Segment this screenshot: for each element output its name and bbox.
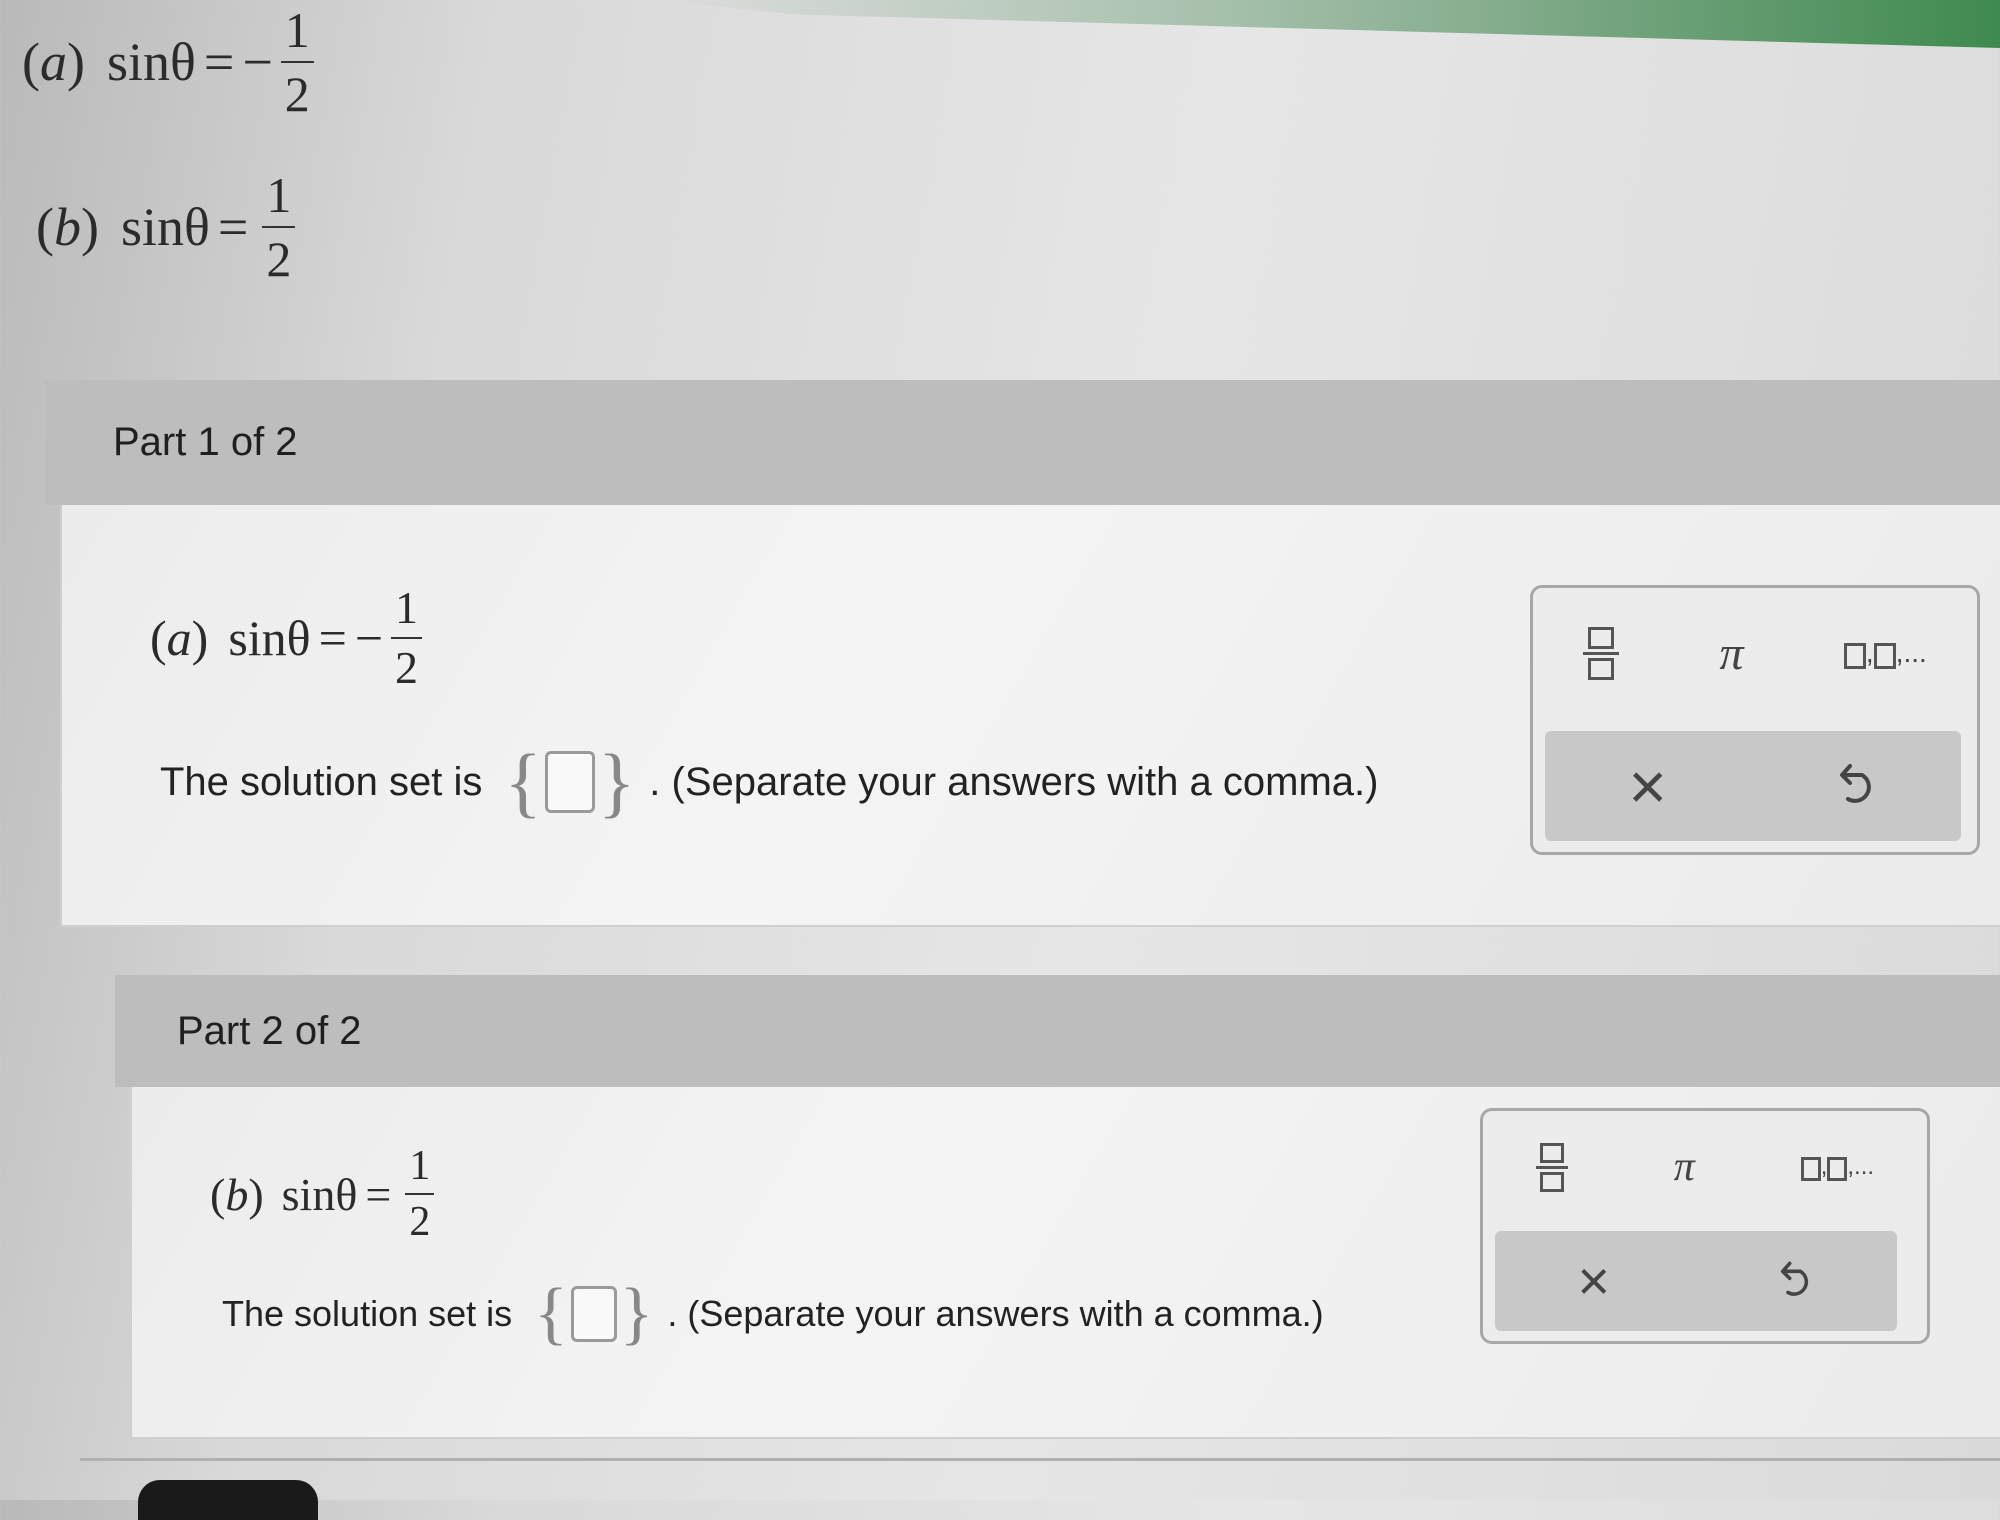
denominator: 2 <box>262 226 296 284</box>
undo-button[interactable] <box>1775 1259 1815 1303</box>
problem-label: (b) <box>210 1168 264 1220</box>
part-1-solution-line: The solution set is { } . (Separate your… <box>160 740 1378 824</box>
sequence-tool-button[interactable]: ,,... <box>1843 637 1927 669</box>
part-1-problem-statement: (a) sinθ = − 1 2 <box>150 582 423 691</box>
solution-prefix: The solution set is <box>160 759 483 804</box>
minus-sign: − <box>354 610 384 666</box>
problem-lhs: sinθ <box>281 1168 358 1220</box>
fraction-icon <box>1583 626 1620 680</box>
bottom-tab[interactable] <box>138 1480 318 1520</box>
pi-button[interactable]: π <box>1674 1143 1695 1191</box>
problem-label: (a) <box>22 32 85 92</box>
footer-divider <box>80 1458 2000 1461</box>
undo-button[interactable] <box>1834 761 1878 811</box>
sequence-icon: ,,... <box>1843 637 1927 669</box>
minus-sign: − <box>242 32 273 92</box>
clear-button[interactable]: × <box>1577 1253 1610 1309</box>
denominator: 2 <box>405 1193 435 1243</box>
part-title: Part 2 of 2 <box>177 1008 362 1053</box>
right-brace-icon: } <box>619 1275 654 1352</box>
problem-label: (a) <box>150 610 209 666</box>
fraction: 1 2 <box>280 2 314 119</box>
problem-label: (b) <box>36 197 99 257</box>
pi-symbol: π <box>1673 1144 1695 1190</box>
part-1-header: Part 1 of 2 <box>45 380 2000 505</box>
part-2-math-palette: π ,,... × <box>1480 1108 1930 1344</box>
palette-action-row: × <box>1495 1231 1897 1331</box>
fraction-tool-button[interactable] <box>1583 626 1620 680</box>
palette-action-row: × <box>1545 731 1961 841</box>
problem-letter: a <box>39 32 67 92</box>
solution-answer-input[interactable] <box>570 1286 617 1342</box>
solution-hint: . (Separate your answers with a comma.) <box>667 1293 1324 1334</box>
problem-b-statement: (b) sinθ = 1 2 <box>36 167 296 284</box>
left-brace-icon: { <box>504 738 542 825</box>
clear-button[interactable]: × <box>1628 753 1667 819</box>
numerator: 1 <box>284 2 310 58</box>
pi-button[interactable]: π <box>1720 626 1744 681</box>
fraction: 1 2 <box>405 1143 435 1243</box>
part-1-math-palette: π ,,... × <box>1530 585 1980 855</box>
undo-icon <box>1839 764 1871 803</box>
equals-sign: = <box>318 610 347 666</box>
denominator: 2 <box>391 637 423 691</box>
undo-icon <box>1780 1261 1808 1296</box>
part-title: Part 1 of 2 <box>113 420 298 464</box>
fraction: 1 2 <box>391 582 423 691</box>
part-2-solution-line: The solution set is { } . (Separate your… <box>222 1275 1324 1353</box>
close-icon: × <box>1628 749 1667 823</box>
fraction-icon <box>1535 1142 1568 1192</box>
pi-symbol: π <box>1719 626 1744 680</box>
problem-lhs: sinθ <box>228 610 311 666</box>
problem-letter: b <box>53 197 81 257</box>
equals-sign: = <box>365 1168 392 1220</box>
part-2-header: Part 2 of 2 <box>115 975 2000 1087</box>
equals-sign: = <box>217 197 249 257</box>
solution-prefix: The solution set is <box>222 1293 513 1334</box>
problem-letter: b <box>225 1168 249 1220</box>
problem-lhs: sinθ <box>120 197 210 257</box>
right-brace-icon: } <box>597 738 636 825</box>
part-2-problem-statement: (b) sinθ = 1 2 <box>210 1143 435 1243</box>
background-edge <box>660 0 2000 48</box>
sequence-tool-button[interactable]: ,,... <box>1800 1153 1874 1181</box>
sequence-icon: ,,... <box>1800 1153 1874 1181</box>
close-icon: × <box>1577 1249 1611 1312</box>
equals-sign: = <box>203 32 235 92</box>
solution-answer-input[interactable] <box>544 751 595 813</box>
fraction-tool-button[interactable] <box>1535 1142 1568 1192</box>
numerator: 1 <box>395 582 419 633</box>
denominator: 2 <box>280 61 314 119</box>
numerator: 1 <box>409 1143 431 1189</box>
left-brace-icon: { <box>534 1275 568 1352</box>
solution-hint: . (Separate your answers with a comma.) <box>649 759 1379 804</box>
problem-lhs: sinθ <box>106 32 196 92</box>
problem-a-statement: (a) sinθ = − 1 2 <box>22 5 314 119</box>
numerator: 1 <box>266 167 292 223</box>
problem-letter: a <box>166 610 192 666</box>
fraction: 1 2 <box>262 167 296 284</box>
